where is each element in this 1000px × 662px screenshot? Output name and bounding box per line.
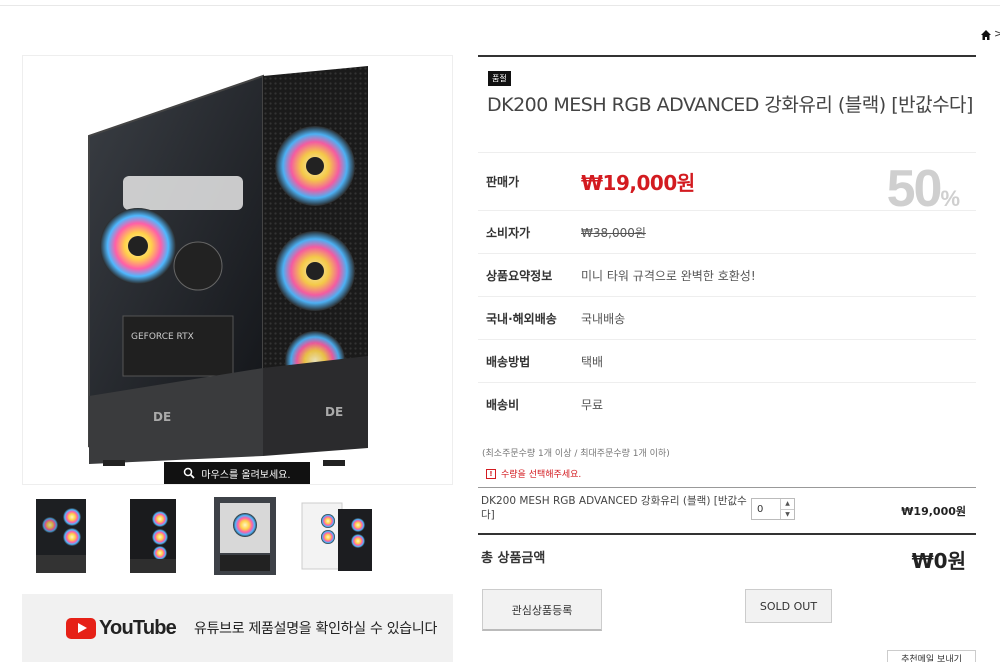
magnifier-icon xyxy=(184,467,196,479)
row-label: 소비자가 xyxy=(486,225,531,240)
youtube-play-icon xyxy=(66,617,96,639)
row-label: 상품요약정보 xyxy=(486,268,553,283)
option-price: ₩19,000원 xyxy=(901,505,966,518)
row-summary: 상품요약정보 미니 타워 규격으로 완벽한 호환성! xyxy=(478,253,976,296)
summary-value: 미니 타워 규격으로 완벽한 호환성! xyxy=(581,268,756,283)
youtube-wordmark: YouTube xyxy=(99,616,177,639)
sale-price: ₩19,000원 xyxy=(581,171,695,195)
consumer-price: ₩38,000원 xyxy=(581,225,646,240)
svg-text:DE: DE xyxy=(325,405,343,419)
row-consumer-price: 소비자가 ₩38,000원 xyxy=(478,210,976,253)
quantity-input[interactable] xyxy=(752,499,780,519)
youtube-banner-text: 유튜브로 제품설명을 확인하실 수 있습니다 xyxy=(193,621,438,637)
discount-symbol: % xyxy=(940,186,960,211)
quantity-warning-text: 수량을 선택해주세요. xyxy=(501,470,582,480)
svg-text:GEFORCE RTX: GEFORCE RTX xyxy=(131,332,194,342)
recommend-mail-button[interactable]: 추천메일 보내기 xyxy=(887,650,976,662)
row-label: 국내·해외배송 xyxy=(486,311,557,326)
info-top-divider xyxy=(478,55,976,57)
selected-option-row: DK200 MESH RGB ADVANCED 강화유리 (블랙) [반값수다]… xyxy=(478,487,976,535)
row-shipping-method: 배송방법 택배 xyxy=(478,339,976,382)
row-label: 판매가 xyxy=(486,175,520,189)
shipping-region-value: 국내배송 xyxy=(581,311,626,326)
quantity-stepper[interactable]: ▲ ▼ xyxy=(751,498,795,520)
home-icon[interactable] xyxy=(980,29,992,41)
thumbnail-strip xyxy=(22,492,376,580)
row-label: 배송비 xyxy=(486,397,520,412)
thumbnail-2[interactable] xyxy=(114,492,192,580)
wishlist-button[interactable]: 관심상품등록 xyxy=(482,589,602,631)
row-shipping-region: 국내·해외배송 국내배송 xyxy=(478,296,976,339)
row-shipping-fee: 배송비 무료 xyxy=(478,382,976,425)
product-detail-table: 판매가 ₩19,000원 50% 소비자가 ₩38,000원 상품요약정보 미니… xyxy=(478,152,976,425)
option-name: DK200 MESH RGB ADVANCED 강화유리 (블랙) [반값수다] xyxy=(481,495,747,521)
soldout-badge: 품절 xyxy=(488,71,511,86)
row-sale-price: 판매가 ₩19,000원 50% xyxy=(478,152,976,218)
top-divider xyxy=(0,5,1000,6)
quantity-buttons: ▲ ▼ xyxy=(780,499,794,519)
main-product-image[interactable]: GEFORCE RTX DE DE xyxy=(22,55,453,485)
zoom-hint: 마우스를 올려보세요. xyxy=(164,462,310,484)
breadcrumb-separator: > xyxy=(994,27,1000,40)
svg-text:DE: DE xyxy=(153,410,171,424)
thumbnail-1[interactable] xyxy=(22,492,100,580)
thumbnail-3[interactable] xyxy=(206,492,284,580)
thumbnail-4[interactable] xyxy=(298,492,376,580)
total-value: ₩0원 xyxy=(911,549,966,573)
row-label: 배송방법 xyxy=(486,354,531,369)
order-quantity-limits: (최소주문수량 1개 이상 / 최대주문수량 1개 이하) xyxy=(482,449,670,459)
shipping-method-value: 택배 xyxy=(581,354,604,369)
sold-out-button[interactable]: SOLD OUT xyxy=(745,589,832,623)
zoom-hint-text: 마우스를 올려보세요. xyxy=(201,469,291,481)
quantity-warning: ! 수량을 선택해주세요. xyxy=(486,467,581,480)
quantity-up-icon[interactable]: ▲ xyxy=(781,499,794,510)
product-info: 품절 DK200 MESH RGB ADVANCED 강화유리 (블랙) [반값… xyxy=(478,55,976,662)
youtube-banner[interactable]: YouTube 유튜브로 제품설명을 확인하실 수 있습니다 xyxy=(22,594,453,662)
warning-icon: ! xyxy=(486,468,496,479)
total-label: 총 상품금액 xyxy=(481,551,546,566)
quantity-down-icon[interactable]: ▼ xyxy=(781,510,794,520)
shipping-fee-value: 무료 xyxy=(581,397,604,412)
product-title: DK200 MESH RGB ADVANCED 강화유리 (블랙) [반값수다] xyxy=(487,94,973,116)
youtube-logo: YouTube xyxy=(66,616,177,640)
